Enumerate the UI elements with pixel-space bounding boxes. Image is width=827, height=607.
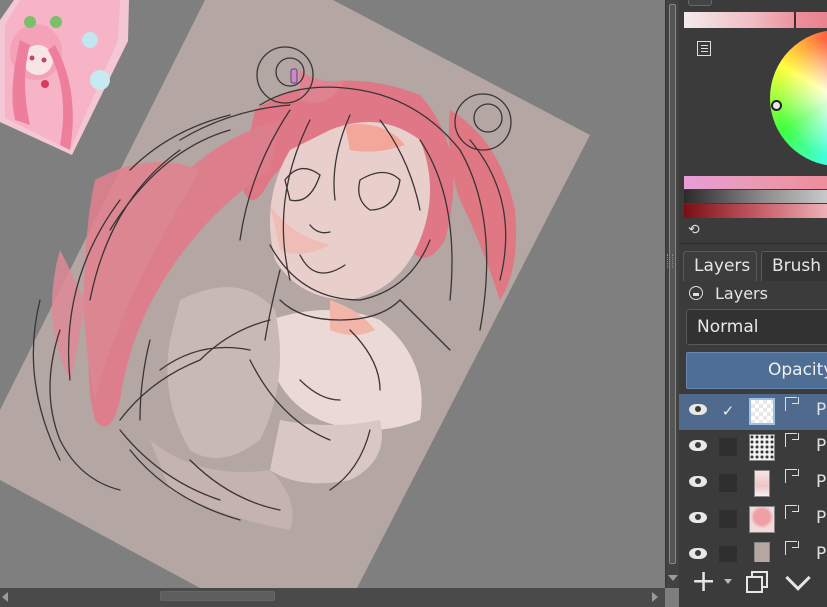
right-dock: ⟲ Layers Brush I Layers Normal Opacity ✓… — [667, 0, 827, 607]
layer-row[interactable]: ✓ P — [679, 394, 827, 430]
color-wheel-overlay — [770, 30, 827, 166]
duplicate-layer-icon[interactable] — [746, 571, 768, 593]
layer-name: P — [816, 436, 827, 456]
vertical-scroll-thumb[interactable] — [669, 4, 676, 564]
reference-image — [0, 0, 129, 155]
layer-row[interactable]: P — [679, 502, 827, 538]
layer-type-icon — [785, 433, 799, 447]
color-strip-marker — [794, 12, 796, 28]
layer-name: P — [816, 472, 827, 492]
opacity-slider[interactable]: Opacity — [686, 352, 827, 389]
layer-thumbnail — [749, 398, 775, 425]
refresh-icon[interactable]: ⟲ — [688, 223, 702, 237]
layers-panel-title: Layers — [715, 284, 768, 303]
scroll-left-icon[interactable] — [2, 592, 8, 602]
layer-thumbnail — [754, 470, 770, 497]
chevron-down-icon[interactable] — [724, 579, 732, 584]
dock-top-button[interactable] — [688, 0, 712, 6]
layer-checkbox[interactable] — [719, 510, 737, 528]
value-slider[interactable] — [684, 190, 827, 203]
check-icon[interactable]: ✓ — [719, 402, 737, 420]
tab-brush[interactable]: Brush I — [761, 251, 827, 281]
eye-icon[interactable] — [689, 512, 707, 523]
scroll-right-icon[interactable] — [652, 592, 658, 602]
color-picker-handle[interactable] — [771, 100, 782, 111]
layer-row[interactable]: P — [679, 466, 827, 502]
layer-checkbox[interactable] — [719, 474, 737, 492]
color-menu-icon[interactable] — [697, 41, 711, 56]
saturation-slider[interactable] — [684, 204, 827, 218]
layer-thumbnail — [749, 434, 775, 461]
eye-icon[interactable] — [689, 440, 707, 451]
canvas-area[interactable] — [0, 0, 665, 588]
horizontal-scrollbar[interactable] — [0, 588, 665, 607]
layers-panel-header: Layers — [679, 283, 827, 305]
move-layer-down-icon[interactable] — [785, 565, 811, 593]
layer-list: ✓ P P P P P — [679, 394, 827, 562]
layers-lock-icon[interactable] — [689, 286, 703, 300]
layer-type-icon — [785, 397, 799, 411]
dock-divider — [679, 243, 827, 244]
tab-layers[interactable]: Layers — [683, 251, 757, 281]
horizontal-scroll-thumb[interactable] — [160, 591, 275, 601]
layer-name: P — [816, 544, 827, 562]
layer-name: P — [816, 508, 827, 528]
layer-name: P — [816, 400, 827, 420]
layer-type-icon — [785, 469, 799, 483]
hue-slider[interactable] — [684, 176, 827, 189]
hair-clip-mark — [290, 68, 298, 84]
add-layer-button[interactable]: + — [691, 567, 716, 597]
drawing-canvas[interactable] — [0, 0, 665, 588]
vertical-scrollbar[interactable] — [665, 0, 680, 588]
color-history-strip[interactable] — [684, 12, 827, 28]
layer-checkbox[interactable] — [719, 546, 737, 562]
blend-mode-select[interactable]: Normal — [686, 309, 827, 345]
eye-icon[interactable] — [689, 548, 707, 559]
layer-toolbar: + — [679, 563, 827, 607]
layer-row[interactable]: P — [679, 538, 827, 562]
layer-row[interactable]: P — [679, 430, 827, 466]
layer-thumbnail — [754, 542, 770, 562]
dock-resize-grip[interactable] — [667, 254, 673, 268]
layer-type-icon — [785, 541, 799, 555]
eye-icon[interactable] — [689, 476, 707, 487]
layer-type-icon — [785, 505, 799, 519]
layer-thumbnail — [749, 506, 775, 533]
layer-checkbox[interactable] — [719, 438, 737, 456]
eye-icon[interactable] — [689, 404, 707, 415]
scroll-down-icon[interactable] — [668, 575, 678, 581]
